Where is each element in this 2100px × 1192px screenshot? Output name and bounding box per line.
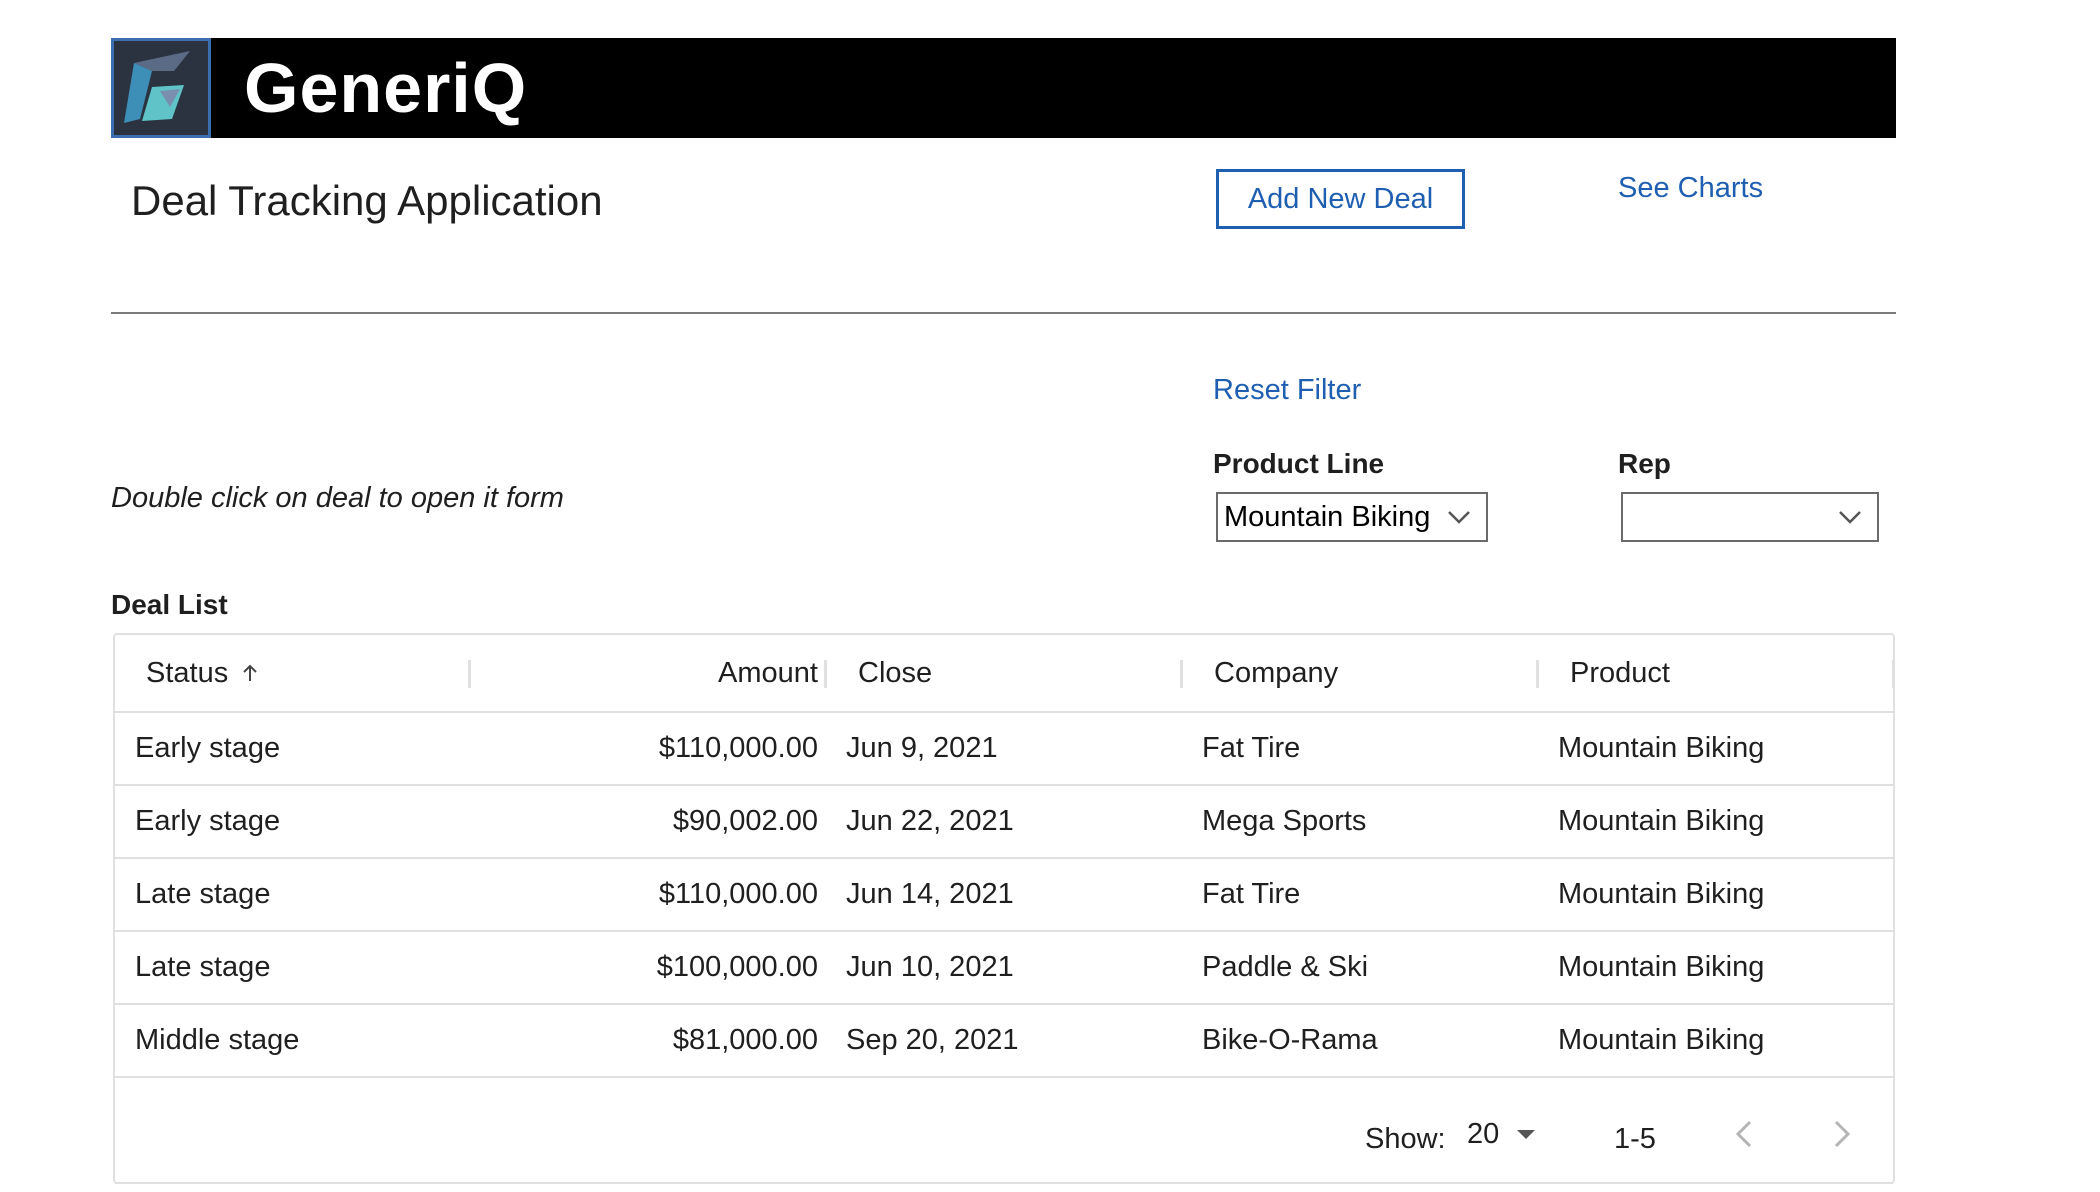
status-cell: Middle stage xyxy=(135,1024,300,1056)
chevron-left-icon[interactable] xyxy=(1730,1116,1760,1152)
table-header: Status Amount Close Company Product xyxy=(115,635,1895,713)
add-new-deal-button[interactable]: Add New Deal xyxy=(1216,169,1465,229)
column-resize-handle[interactable] xyxy=(824,660,827,688)
company-cell: Mega Sports xyxy=(1202,805,1367,837)
column-header-product[interactable]: Product xyxy=(1570,635,1670,711)
table-row[interactable]: Late stage $110,000.00 Jun 14, 2021 Fat … xyxy=(115,859,1893,932)
company-cell: Bike-O-Rama xyxy=(1202,1024,1378,1056)
product-line-label: Product Line xyxy=(1213,448,1385,479)
column-header-status[interactable]: Status xyxy=(146,635,262,711)
column-resize-handle[interactable] xyxy=(1536,660,1539,688)
table-row[interactable]: Middle stage $81,000.00 Sep 20, 2021 Bik… xyxy=(115,1005,1893,1078)
company-cell: Fat Tire xyxy=(1202,732,1301,764)
close-date-cell: Jun 9, 2021 xyxy=(846,732,998,764)
amount-cell: $90,002.00 xyxy=(672,805,818,837)
product-cell: Mountain Biking xyxy=(1558,732,1765,764)
product-line-select[interactable]: Mountain Biking xyxy=(1216,492,1488,542)
reset-filter-link[interactable]: Reset Filter xyxy=(1213,372,1361,408)
column-header-amount[interactable]: Amount xyxy=(718,635,818,711)
amount-cell: $110,000.00 xyxy=(658,878,818,910)
product-cell: Mountain Biking xyxy=(1558,805,1765,837)
caret-down-icon xyxy=(1517,1130,1536,1139)
product-cell: Mountain Biking xyxy=(1558,1024,1765,1056)
open-deal-hint: Double click on deal to open it form xyxy=(111,482,564,514)
column-header-company[interactable]: Company xyxy=(1214,635,1338,711)
column-resize-handle[interactable] xyxy=(1892,660,1895,688)
column-resize-handle[interactable] xyxy=(468,660,471,688)
table-pagination: Show: 20 1-5 xyxy=(115,1081,1893,1184)
close-date-cell: Sep 20, 2021 xyxy=(846,1024,1019,1056)
rep-select[interactable] xyxy=(1621,492,1879,542)
page-size-value: 20 xyxy=(1467,1118,1500,1150)
status-cell: Late stage xyxy=(135,878,271,910)
page-size-select[interactable]: 20 xyxy=(1467,1116,1537,1152)
page-title: Deal Tracking Application xyxy=(131,177,603,224)
table-row[interactable]: Early stage $90,002.00 Jun 22, 2021 Mega… xyxy=(115,786,1893,859)
chevron-right-icon[interactable] xyxy=(1826,1116,1856,1152)
page-range: 1-5 xyxy=(1614,1123,1656,1155)
page-size-label: Show: xyxy=(1365,1123,1446,1155)
company-cell: Paddle & Ski xyxy=(1202,951,1369,983)
close-date-cell: Jun 14, 2021 xyxy=(846,878,1014,910)
chevron-down-icon xyxy=(1839,511,1861,524)
close-date-cell: Jun 22, 2021 xyxy=(846,805,1014,837)
brand-name: GeneriQ xyxy=(244,49,528,127)
amount-cell: $81,000.00 xyxy=(672,1024,818,1056)
close-date-cell: Jun 10, 2021 xyxy=(846,951,1014,983)
table-row[interactable]: Late stage $100,000.00 Jun 10, 2021 Padd… xyxy=(115,932,1893,1005)
header-divider xyxy=(111,312,1896,314)
status-cell: Early stage xyxy=(135,732,281,764)
deal-list-title: Deal List xyxy=(111,589,228,620)
product-cell: Mountain Biking xyxy=(1558,878,1765,910)
product-line-value: Mountain Biking xyxy=(1224,500,1431,533)
deal-list-table: Status Amount Close Company Product Earl… xyxy=(113,633,1895,1184)
generiq-logo-icon xyxy=(111,38,211,138)
see-charts-link[interactable]: See Charts xyxy=(1618,170,1763,206)
rep-label: Rep xyxy=(1618,448,1671,479)
product-cell: Mountain Biking xyxy=(1558,951,1765,983)
amount-cell: $110,000.00 xyxy=(658,732,818,764)
arrow-up-icon xyxy=(243,664,257,681)
company-cell: Fat Tire xyxy=(1202,878,1301,910)
status-cell: Late stage xyxy=(135,951,271,983)
column-header-label: Status xyxy=(146,656,229,689)
chevron-down-icon xyxy=(1448,511,1470,524)
brand-banner: GeneriQ xyxy=(111,38,1896,138)
amount-cell: $100,000.00 xyxy=(656,951,818,983)
status-cell: Early stage xyxy=(135,805,281,837)
column-header-close[interactable]: Close xyxy=(858,635,932,711)
column-resize-handle[interactable] xyxy=(1180,660,1183,688)
table-row[interactable]: Early stage $110,000.00 Jun 9, 2021 Fat … xyxy=(115,713,1893,786)
